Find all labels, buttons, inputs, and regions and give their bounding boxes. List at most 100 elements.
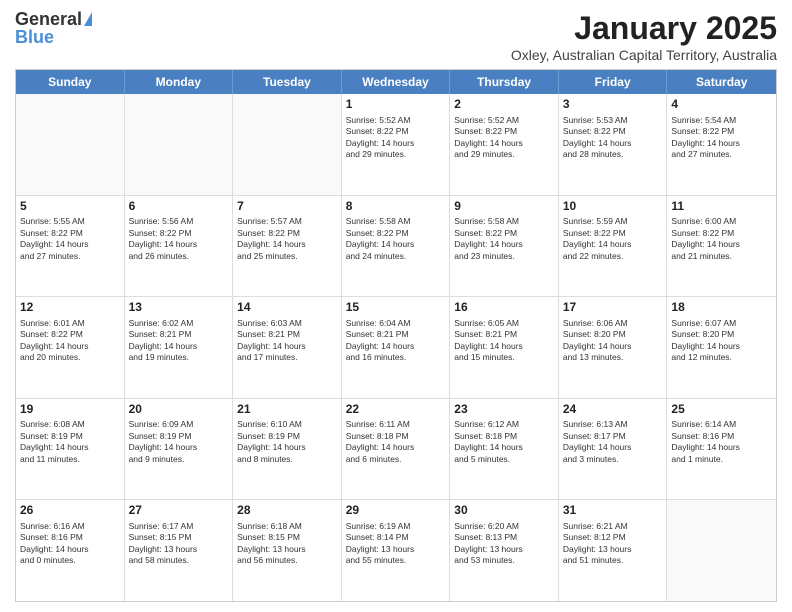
cell-day-number: 16: [454, 300, 554, 316]
calendar-body: 1 Sunrise: 5:52 AM Sunset: 8:22 PM Daylig…: [16, 94, 776, 601]
cell-day-number: 24: [563, 402, 663, 418]
calendar-cell: 9Sunrise: 5:58 AM Sunset: 8:22 PM Daylig…: [450, 196, 559, 297]
calendar-cell: [16, 94, 125, 195]
logo-general: General: [15, 10, 82, 28]
calendar-cell: 3 Sunrise: 5:53 AM Sunset: 8:22 PM Daylig…: [559, 94, 668, 195]
calendar-cell: 25Sunrise: 6:14 AM Sunset: 8:16 PM Dayli…: [667, 399, 776, 500]
calendar-cell: [667, 500, 776, 601]
cell-day-number: 1: [346, 97, 446, 113]
cell-info: Sunrise: 5:53 AM Sunset: 8:22 PM Dayligh…: [563, 115, 663, 161]
day-headers: SundayMondayTuesdayWednesdayThursdayFrid…: [16, 70, 776, 94]
cell-day-number: 3: [563, 97, 663, 113]
cell-info: Sunrise: 5:58 AM Sunset: 8:22 PM Dayligh…: [454, 216, 554, 262]
calendar-row: 26 Sunrise: 6:16 AM Sunset: 8:16 PM Dayli…: [16, 500, 776, 601]
logo: General Blue: [15, 10, 92, 46]
cell-info: Sunrise: 5:59 AM Sunset: 8:22 PM Dayligh…: [563, 216, 663, 262]
header: General Blue January 2025 Oxley, Austral…: [15, 10, 777, 63]
calendar-cell: 29Sunrise: 6:19 AM Sunset: 8:14 PM Dayli…: [342, 500, 451, 601]
cell-day-number: 13: [129, 300, 229, 316]
calendar-cell: 23Sunrise: 6:12 AM Sunset: 8:18 PM Dayli…: [450, 399, 559, 500]
cell-day-number: 25: [671, 402, 772, 418]
calendar-row: 5Sunrise: 5:55 AM Sunset: 8:22 PM Daylig…: [16, 196, 776, 298]
cell-info: Sunrise: 6:00 AM Sunset: 8:22 PM Dayligh…: [671, 216, 772, 262]
cell-info: Sunrise: 6:01 AM Sunset: 8:22 PM Dayligh…: [20, 318, 120, 364]
cell-info: Sunrise: 6:08 AM Sunset: 8:19 PM Dayligh…: [20, 419, 120, 465]
calendar-cell: 19Sunrise: 6:08 AM Sunset: 8:19 PM Dayli…: [16, 399, 125, 500]
calendar-cell: 17 Sunrise: 6:06 AM Sunset: 8:20 PM Dayli…: [559, 297, 668, 398]
cell-info: Sunrise: 6:06 AM Sunset: 8:20 PM Dayligh…: [563, 318, 663, 364]
cell-info: Sunrise: 5:52 AM Sunset: 8:22 PM Dayligh…: [454, 115, 554, 161]
cell-day-number: 2: [454, 97, 554, 113]
cell-info: Sunrise: 6:09 AM Sunset: 8:19 PM Dayligh…: [129, 419, 229, 465]
calendar-cell: 16 Sunrise: 6:05 AM Sunset: 8:21 PM Dayli…: [450, 297, 559, 398]
calendar-cell: 10Sunrise: 5:59 AM Sunset: 8:22 PM Dayli…: [559, 196, 668, 297]
calendar-cell: 11Sunrise: 6:00 AM Sunset: 8:22 PM Dayli…: [667, 196, 776, 297]
calendar-cell: 26 Sunrise: 6:16 AM Sunset: 8:16 PM Dayli…: [16, 500, 125, 601]
cell-day-number: 11: [671, 199, 772, 215]
calendar-cell: 1Sunrise: 5:52 AM Sunset: 8:22 PM Daylig…: [342, 94, 451, 195]
cell-day-number: 28: [237, 503, 337, 519]
cell-info: Sunrise: 6:03 AM Sunset: 8:21 PM Dayligh…: [237, 318, 337, 364]
cell-day-number: 31: [563, 503, 663, 519]
cell-day-number: 17: [563, 300, 663, 316]
cell-day-number: 14: [237, 300, 337, 316]
calendar-cell: 28Sunrise: 6:18 AM Sunset: 8:15 PM Dayli…: [233, 500, 342, 601]
cell-day-number: 21: [237, 402, 337, 418]
calendar: SundayMondayTuesdayWednesdayThursdayFrid…: [15, 69, 777, 602]
cell-info: Sunrise: 6:21 AM Sunset: 8:12 PM Dayligh…: [563, 521, 663, 567]
cell-info: Sunrise: 5:54 AM Sunset: 8:22 PM Dayligh…: [671, 115, 772, 161]
cell-info: Sunrise: 6:07 AM Sunset: 8:20 PM Dayligh…: [671, 318, 772, 364]
calendar-cell: 5Sunrise: 5:55 AM Sunset: 8:22 PM Daylig…: [16, 196, 125, 297]
cell-day-number: 23: [454, 402, 554, 418]
logo-triangle-icon: [84, 12, 92, 26]
day-header: Monday: [125, 70, 234, 94]
cell-day-number: 7: [237, 199, 337, 215]
cell-day-number: 9: [454, 199, 554, 215]
calendar-cell: [233, 94, 342, 195]
calendar-cell: 27Sunrise: 6:17 AM Sunset: 8:15 PM Dayli…: [125, 500, 234, 601]
calendar-row: 12 Sunrise: 6:01 AM Sunset: 8:22 PM Dayli…: [16, 297, 776, 399]
calendar-cell: 20Sunrise: 6:09 AM Sunset: 8:19 PM Dayli…: [125, 399, 234, 500]
cell-day-number: 22: [346, 402, 446, 418]
day-header: Friday: [559, 70, 668, 94]
calendar-cell: 4 Sunrise: 5:54 AM Sunset: 8:22 PM Daylig…: [667, 94, 776, 195]
calendar-cell: 24Sunrise: 6:13 AM Sunset: 8:17 PM Dayli…: [559, 399, 668, 500]
calendar-cell: 15Sunrise: 6:04 AM Sunset: 8:21 PM Dayli…: [342, 297, 451, 398]
cell-info: Sunrise: 5:56 AM Sunset: 8:22 PM Dayligh…: [129, 216, 229, 262]
cell-day-number: 8: [346, 199, 446, 215]
cell-day-number: 12: [20, 300, 120, 316]
calendar-cell: 8Sunrise: 5:58 AM Sunset: 8:22 PM Daylig…: [342, 196, 451, 297]
cell-info: Sunrise: 6:12 AM Sunset: 8:18 PM Dayligh…: [454, 419, 554, 465]
day-header: Sunday: [16, 70, 125, 94]
cell-info: Sunrise: 6:14 AM Sunset: 8:16 PM Dayligh…: [671, 419, 772, 465]
day-header: Wednesday: [342, 70, 451, 94]
calendar-cell: 2 Sunrise: 5:52 AM Sunset: 8:22 PM Daylig…: [450, 94, 559, 195]
cell-info: Sunrise: 6:02 AM Sunset: 8:21 PM Dayligh…: [129, 318, 229, 364]
calendar-cell: 7Sunrise: 5:57 AM Sunset: 8:22 PM Daylig…: [233, 196, 342, 297]
cell-info: Sunrise: 6:20 AM Sunset: 8:13 PM Dayligh…: [454, 521, 554, 567]
calendar-cell: 13 Sunrise: 6:02 AM Sunset: 8:21 PM Dayli…: [125, 297, 234, 398]
page: General Blue January 2025 Oxley, Austral…: [0, 0, 792, 612]
cell-day-number: 18: [671, 300, 772, 316]
calendar-cell: 21Sunrise: 6:10 AM Sunset: 8:19 PM Dayli…: [233, 399, 342, 500]
cell-day-number: 15: [346, 300, 446, 316]
calendar-cell: [125, 94, 234, 195]
cell-day-number: 30: [454, 503, 554, 519]
cell-day-number: 5: [20, 199, 120, 215]
cell-day-number: 26: [20, 503, 120, 519]
calendar-cell: 12 Sunrise: 6:01 AM Sunset: 8:22 PM Dayli…: [16, 297, 125, 398]
cell-info: Sunrise: 6:16 AM Sunset: 8:16 PM Dayligh…: [20, 521, 120, 567]
subtitle: Oxley, Australian Capital Territory, Aus…: [511, 47, 777, 63]
cell-day-number: 20: [129, 402, 229, 418]
calendar-row: 1 Sunrise: 5:52 AM Sunset: 8:22 PM Daylig…: [16, 94, 776, 196]
cell-info: Sunrise: 6:05 AM Sunset: 8:21 PM Dayligh…: [454, 318, 554, 364]
cell-info: Sunrise: 5:57 AM Sunset: 8:22 PM Dayligh…: [237, 216, 337, 262]
day-header: Saturday: [667, 70, 776, 94]
calendar-cell: 14 Sunrise: 6:03 AM Sunset: 8:21 PM Dayli…: [233, 297, 342, 398]
cell-day-number: 4: [671, 97, 772, 113]
cell-info: Sunrise: 6:19 AM Sunset: 8:14 PM Dayligh…: [346, 521, 446, 567]
day-header: Thursday: [450, 70, 559, 94]
cell-info: Sunrise: 6:17 AM Sunset: 8:15 PM Dayligh…: [129, 521, 229, 567]
cell-info: Sunrise: 5:55 AM Sunset: 8:22 PM Dayligh…: [20, 216, 120, 262]
cell-info: Sunrise: 6:10 AM Sunset: 8:19 PM Dayligh…: [237, 419, 337, 465]
